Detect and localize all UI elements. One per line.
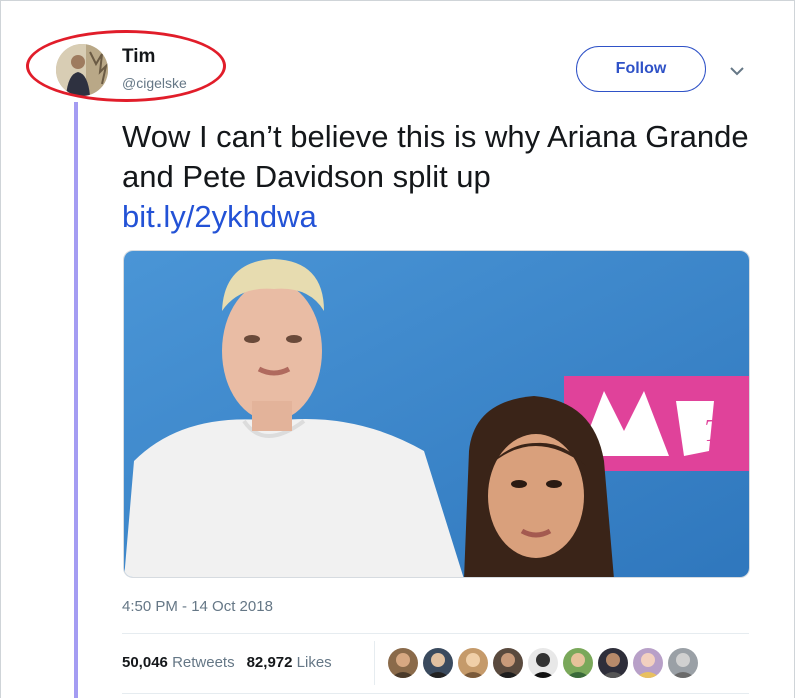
likes-stat[interactable]: 82,972 Likes: [247, 654, 332, 671]
liker-avatar[interactable]: [563, 648, 593, 678]
svg-text:TV: TV: [704, 412, 745, 448]
engagement-stats: 50,046 Retweets 82,972 Likes: [122, 654, 332, 671]
liker-avatar[interactable]: [633, 648, 663, 678]
likes-label: Likes: [296, 654, 332, 671]
photo-illustration: TV: [124, 251, 749, 577]
retweets-count: 50,046: [122, 654, 168, 671]
chevron-down-icon[interactable]: [727, 63, 747, 79]
tweet-media-photo[interactable]: TV: [123, 250, 750, 578]
tweet-body: Wow I can’t believe this is why Ariana G…: [122, 119, 749, 194]
liker-avatar[interactable]: [528, 648, 558, 678]
liker-avatar[interactable]: [388, 648, 418, 678]
liker-avatars: [388, 648, 698, 678]
divider: [122, 693, 749, 694]
retweets-label: Retweets: [172, 654, 235, 671]
tweet-text: Wow I can’t believe this is why Ariana G…: [122, 117, 762, 237]
tweet-timestamp[interactable]: 4:50 PM - 14 Oct 2018: [122, 598, 273, 615]
display-name[interactable]: Tim: [122, 46, 155, 68]
user-handle[interactable]: @cigelske: [122, 75, 187, 91]
liker-avatar[interactable]: [458, 648, 488, 678]
liker-avatar[interactable]: [423, 648, 453, 678]
tweet-link[interactable]: bit.ly/2ykhdwa: [122, 197, 762, 237]
retweets-stat[interactable]: 50,046 Retweets: [122, 654, 235, 671]
follow-button[interactable]: Follow: [576, 46, 706, 92]
liker-avatar[interactable]: [598, 648, 628, 678]
stats-separator: [374, 641, 375, 685]
likes-count: 82,972: [246, 654, 293, 671]
liker-avatar[interactable]: [668, 648, 698, 678]
divider: [122, 633, 749, 634]
thread-line: [74, 102, 78, 698]
liker-avatar[interactable]: [493, 648, 523, 678]
